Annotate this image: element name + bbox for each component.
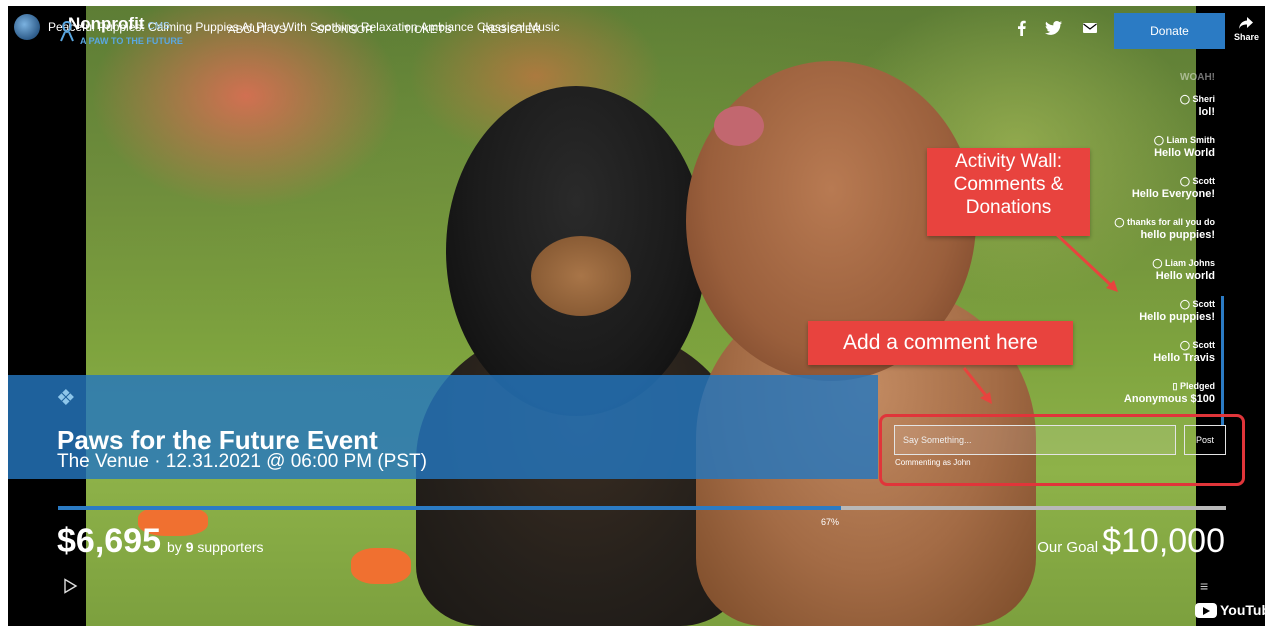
nav-sponsor[interactable]: SPONSOR <box>316 24 373 36</box>
commenting-as: Commenting as John <box>895 458 971 467</box>
wall-item-message: Anonymous $100 <box>1123 393 1215 405</box>
nav-register[interactable]: REGISTER <box>482 24 541 36</box>
youtube-play-icon <box>1195 602 1217 618</box>
comment-icon: ◯ <box>1179 299 1190 309</box>
wall-item-author: Sheri <box>1192 94 1215 104</box>
callout-add-comment: Add a comment here <box>808 321 1073 365</box>
wall-item-author: Pledged <box>1179 381 1215 391</box>
share-label: Share <box>1234 32 1260 42</box>
goal: Our Goal $10,000 <box>1037 522 1225 561</box>
play-icon[interactable] <box>62 578 78 594</box>
comment-icon: ◯ <box>1152 258 1163 268</box>
nav-about-us[interactable]: ABOUT US <box>228 24 286 36</box>
wall-item-author: Scott <box>1192 176 1216 186</box>
facebook-icon[interactable] <box>1014 20 1030 36</box>
wall-item-author: thanks for all you do <box>1126 217 1215 227</box>
goal-label: Our Goal <box>1037 539 1099 556</box>
comment-icon: ◯ <box>1179 176 1190 186</box>
share-button[interactable]: Share <box>1234 16 1260 42</box>
wall-item: ◯ Sheri lol! <box>1015 93 1215 119</box>
amount-raised: $6,695 by 9 supporters <box>57 522 264 561</box>
comment-icon: ◯ <box>1114 217 1125 227</box>
captions-icon[interactable]: ≡ <box>1200 578 1208 594</box>
wall-item-author: Liam Johns <box>1164 258 1215 268</box>
brand-name: Nonprofit <box>68 14 145 33</box>
ribbon-icon <box>60 20 74 42</box>
channel-avatar[interactable] <box>14 14 40 40</box>
puppy-brown-nose <box>714 106 764 146</box>
brand-sup: CMS <box>147 21 170 32</box>
comment-input[interactable] <box>894 425 1176 455</box>
paw-icon: ❖ <box>56 385 76 410</box>
video-player[interactable]: Peaceful Puppies: Calming Puppies At Pla… <box>8 6 1265 626</box>
youtube-logo[interactable]: YouTube <box>1195 602 1265 618</box>
puppy-black-muzzle <box>531 236 631 316</box>
brand-logo[interactable]: Nonprofit CMS A PAW TO THE FUTURE <box>60 14 183 46</box>
comment-icon: ◯ <box>1153 135 1164 145</box>
wall-item-author: Scott <box>1192 340 1216 350</box>
wall-scrollbar[interactable] <box>1221 296 1224 426</box>
email-icon[interactable] <box>1082 20 1098 36</box>
progress-fill <box>58 506 841 510</box>
post-button[interactable]: Post <box>1184 425 1226 455</box>
supporters-label: supporters <box>197 539 264 555</box>
main-nav: ABOUT US SPONSOR TICKETS REGISTER <box>228 24 541 36</box>
twitter-icon[interactable] <box>1045 20 1063 36</box>
wall-item: ▯ Pledged Anonymous $100 <box>1015 380 1215 406</box>
event-subtitle: The Venue · 12.31.2021 @ 06:00 PM (PST) <box>57 451 427 472</box>
youtube-label: YouTube <box>1220 602 1265 618</box>
wall-top-fragment: WOAH! <box>1180 72 1215 83</box>
callout-arrow <box>962 367 992 404</box>
bookmark-icon: ▯ <box>1172 381 1178 391</box>
goal-amount: $10,000 <box>1102 522 1225 560</box>
callout-arrow <box>1052 230 1118 292</box>
donate-button[interactable]: Donate <box>1114 13 1225 49</box>
progress-percent: 67% <box>821 517 840 527</box>
wall-item-author: Liam Smith <box>1166 135 1215 145</box>
site-header: Peaceful Puppies: Calming Puppies At Pla… <box>8 6 1265 56</box>
callout-activity-wall: Activity Wall: Comments & Donations <box>927 148 1090 236</box>
supporters-count: 9 <box>185 539 194 555</box>
wall-item-message: lol! <box>1198 106 1216 118</box>
event-banner: ❖ Paws for the Future Event The Venue · … <box>8 375 878 479</box>
share-icon <box>1239 17 1253 29</box>
brand-tagline: A PAW TO THE FUTURE <box>80 36 183 46</box>
comment-icon: ◯ <box>1179 94 1190 104</box>
by-label: by <box>167 539 182 555</box>
nav-tickets[interactable]: TICKETS <box>404 24 453 36</box>
flower-decoration <box>351 548 411 584</box>
comment-icon: ◯ <box>1179 340 1190 350</box>
raised-amount: $6,695 <box>57 522 161 560</box>
wall-item-author: Scott <box>1192 299 1216 309</box>
